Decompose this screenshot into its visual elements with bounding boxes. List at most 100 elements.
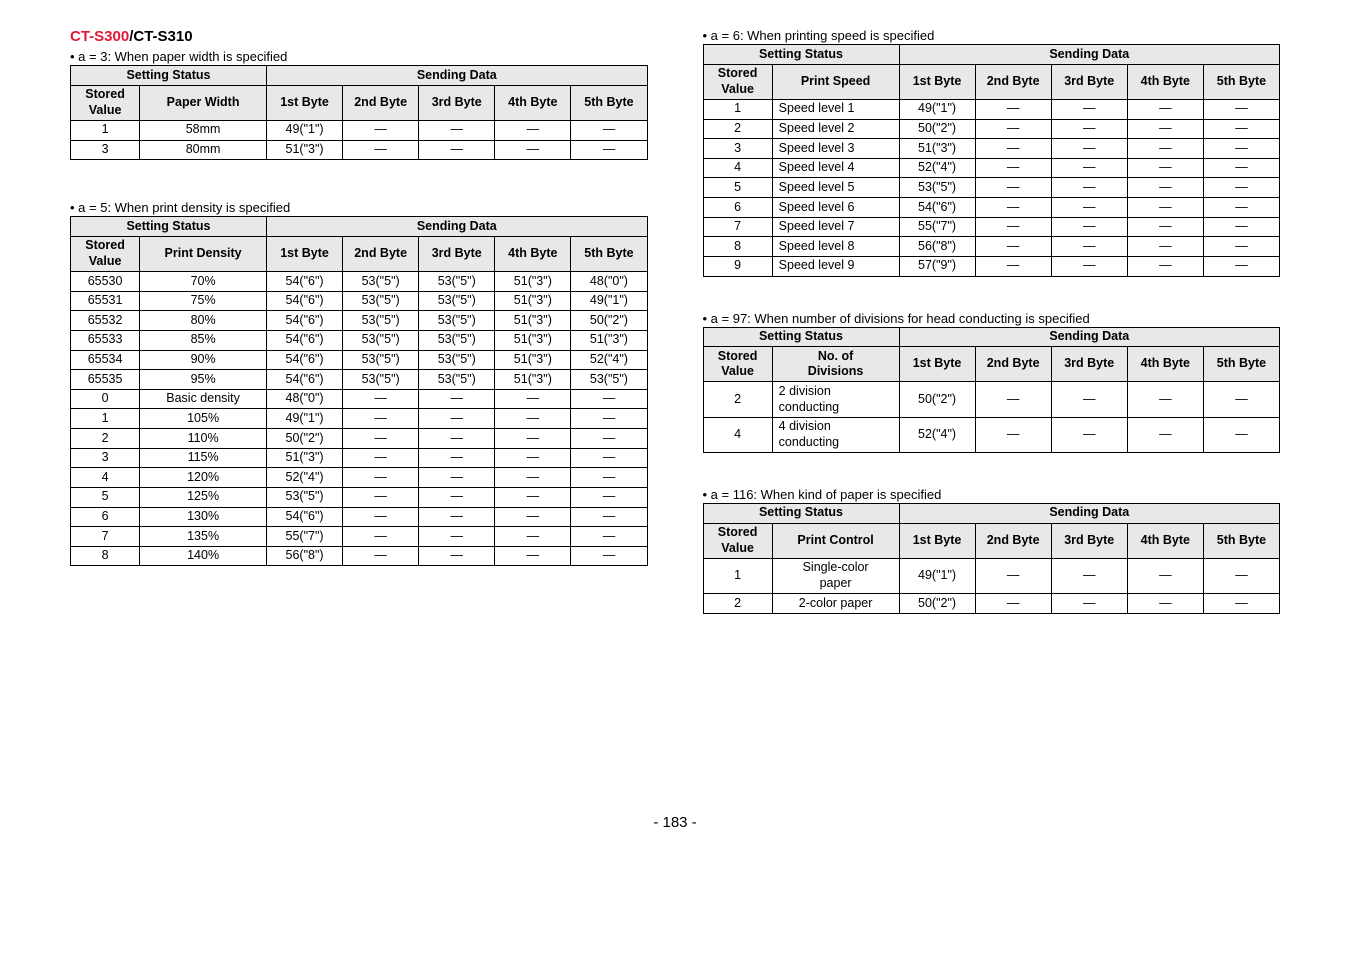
- cell-byte: 52("4"): [899, 158, 975, 178]
- table-row: 5Speed level 553("5")————: [703, 178, 1280, 198]
- cell-byte: —: [343, 429, 419, 449]
- cell-byte: 53("5"): [343, 291, 419, 311]
- cell-byte: —: [1051, 382, 1127, 417]
- th-setting-status: Setting Status: [71, 217, 267, 237]
- cell-stored-value: 6: [703, 198, 772, 218]
- left-column: CT-S300/CT-S310 • a = 3: When paper widt…: [70, 28, 648, 614]
- cell-byte: —: [495, 140, 571, 160]
- model-red: CT-S300: [70, 28, 129, 45]
- cell-byte: 53("5"): [419, 330, 495, 350]
- cell-byte: —: [419, 468, 495, 488]
- cell-stored-value: 4: [71, 468, 140, 488]
- table-a6: Setting Status Sending Data Stored Value…: [703, 44, 1281, 277]
- table-a116: Setting Status Sending Data Stored Value…: [703, 503, 1281, 614]
- cell-byte: 51("3"): [267, 140, 343, 160]
- cell-byte: 57("9"): [899, 256, 975, 276]
- cell-byte: —: [343, 468, 419, 488]
- cell-byte: —: [975, 382, 1051, 417]
- cell-byte: —: [1051, 594, 1127, 614]
- cell-stored-value: 0: [71, 389, 140, 409]
- cell-byte: —: [571, 468, 647, 488]
- cell-param: 120%: [140, 468, 267, 488]
- cell-byte: —: [495, 429, 571, 449]
- page-number: - 183 -: [70, 814, 1280, 831]
- cell-param: Basic density: [140, 389, 267, 409]
- cell-param: Speed level 9: [772, 256, 899, 276]
- cell-byte: 53("5"): [343, 330, 419, 350]
- cell-byte: 49("1"): [267, 120, 343, 140]
- cell-byte: —: [1051, 558, 1127, 593]
- th-2nd: 2nd Byte: [975, 347, 1051, 382]
- cell-param: 95%: [140, 370, 267, 390]
- th-5th: 5th Byte: [571, 85, 647, 120]
- cell-param: Speed level 7: [772, 217, 899, 237]
- cell-stored-value: 4: [703, 158, 772, 178]
- th-1st: 1st Byte: [899, 64, 975, 99]
- cell-param: 58mm: [140, 120, 267, 140]
- cell-byte: —: [343, 507, 419, 527]
- cell-byte: 48("0"): [571, 272, 647, 292]
- table-row: 0Basic density48("0")————: [71, 389, 648, 409]
- cell-byte: —: [343, 487, 419, 507]
- cell-byte: —: [495, 507, 571, 527]
- cell-byte: 51("3"): [899, 139, 975, 159]
- cell-byte: —: [1203, 558, 1279, 593]
- cell-byte: —: [1203, 139, 1279, 159]
- th-5th: 5th Byte: [571, 236, 647, 271]
- table-row: 2110%50("2")————: [71, 429, 648, 449]
- cell-stored-value: 2: [703, 382, 772, 417]
- th-5th: 5th Byte: [1203, 523, 1279, 558]
- cell-byte: —: [419, 546, 495, 566]
- cell-byte: —: [571, 120, 647, 140]
- th-setting-status: Setting Status: [703, 45, 899, 65]
- table-row: 4Speed level 452("4")————: [703, 158, 1280, 178]
- cell-byte: 53("5"): [571, 370, 647, 390]
- cell-stored-value: 2: [703, 594, 772, 614]
- cell-stored-value: 4: [703, 417, 772, 452]
- table-row: 6553490%54("6")53("5")53("5")51("3")52("…: [71, 350, 648, 370]
- cell-byte: —: [419, 389, 495, 409]
- table-row: 2Speed level 250("2")————: [703, 119, 1280, 139]
- table-row: 5125%53("5")————: [71, 487, 648, 507]
- table-row: 3Speed level 351("3")————: [703, 139, 1280, 159]
- cell-byte: —: [495, 546, 571, 566]
- cell-byte: —: [975, 198, 1051, 218]
- caption-a5: • a = 5: When print density is specified: [70, 200, 648, 215]
- cell-byte: 52("4"): [899, 417, 975, 452]
- table-row: 6130%54("6")————: [71, 507, 648, 527]
- cell-param: 135%: [140, 527, 267, 547]
- cell-byte: 49("1"): [899, 558, 975, 593]
- th-2nd: 2nd Byte: [343, 85, 419, 120]
- cell-byte: —: [571, 409, 647, 429]
- table-row: 1105%49("1")————: [71, 409, 648, 429]
- cell-stored-value: 3: [71, 140, 140, 160]
- th-stored-value: Stored Value: [71, 236, 140, 271]
- table-row: 7Speed level 755("7")————: [703, 217, 1280, 237]
- th-setting-status: Setting Status: [71, 66, 267, 86]
- cell-param: 2 division conducting: [772, 382, 899, 417]
- cell-byte: —: [419, 507, 495, 527]
- cell-byte: 49("1"): [571, 291, 647, 311]
- th-4th: 4th Byte: [1127, 64, 1203, 99]
- table-row: 6Speed level 654("6")————: [703, 198, 1280, 218]
- cell-byte: —: [419, 120, 495, 140]
- right-column: • a = 6: When printing speed is specifie…: [703, 28, 1281, 614]
- table-row: 22-color paper50("2")————: [703, 594, 1280, 614]
- cell-byte: 53("5"): [419, 370, 495, 390]
- cell-byte: —: [419, 429, 495, 449]
- th-3rd: 3rd Byte: [419, 236, 495, 271]
- cell-byte: —: [975, 158, 1051, 178]
- cell-byte: —: [1051, 139, 1127, 159]
- cell-byte: —: [1127, 119, 1203, 139]
- cell-byte: —: [495, 120, 571, 140]
- cell-byte: —: [343, 120, 419, 140]
- cell-stored-value: 9: [703, 256, 772, 276]
- cell-stored-value: 2: [703, 119, 772, 139]
- th-1st: 1st Byte: [899, 347, 975, 382]
- cell-byte: —: [1127, 178, 1203, 198]
- cell-byte: —: [975, 217, 1051, 237]
- th-4th: 4th Byte: [1127, 523, 1203, 558]
- th-sending-data: Sending Data: [267, 217, 648, 237]
- cell-byte: —: [495, 409, 571, 429]
- th-3rd: 3rd Byte: [1051, 347, 1127, 382]
